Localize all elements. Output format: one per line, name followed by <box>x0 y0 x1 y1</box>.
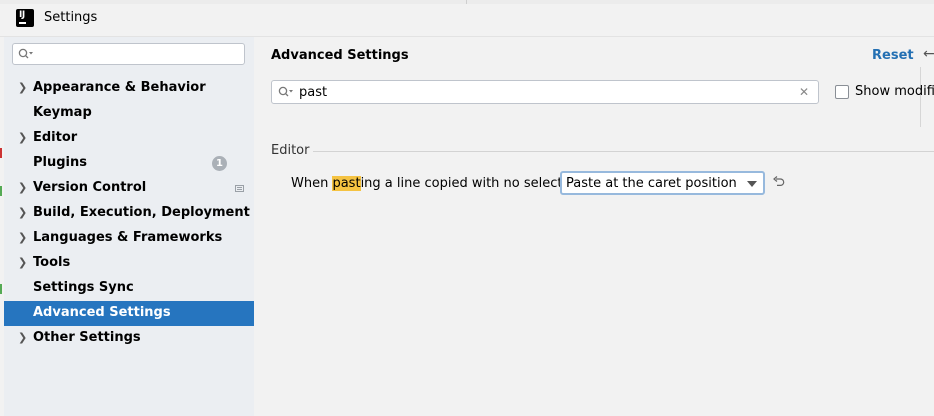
chevron-right-icon[interactable]: ❯ <box>18 257 30 269</box>
sidebar-item-other-settings[interactable]: ❯ Other Settings <box>4 326 254 351</box>
back-arrow-icon[interactable]: ← <box>923 46 934 62</box>
sidebar-item-label: Build, Execution, Deployment <box>33 205 250 220</box>
sidebar-item-label: Languages & Frameworks <box>33 230 223 245</box>
page-title: Advanced Settings <box>271 48 409 63</box>
settings-main-panel: Advanced Settings Reset ← ✕ Show modifie… <box>254 37 934 416</box>
clear-icon[interactable]: ✕ <box>799 85 809 99</box>
filter-input[interactable] <box>299 84 789 100</box>
chevron-right-icon[interactable]: ❯ <box>18 132 30 144</box>
sidebar-item-label: Other Settings <box>33 330 141 345</box>
sidebar-item-settings-sync[interactable]: Settings Sync <box>4 276 254 301</box>
sidebar-item-label: Appearance & Behavior <box>33 80 206 95</box>
chevron-down-icon <box>747 181 757 187</box>
sidebar-item-version-control[interactable]: ❯ Version Control <box>4 176 254 201</box>
background-window-strip <box>0 0 934 4</box>
chevron-right-icon[interactable]: ❯ <box>18 207 30 219</box>
chevron-right-icon[interactable]: ❯ <box>18 232 30 244</box>
label-suffix: ing a line copied with no selection: <box>360 176 587 191</box>
sidebar-item-label: Plugins <box>33 155 87 170</box>
sidebar-item-build-execution-deployment[interactable]: ❯ Build, Execution, Deployment <box>4 201 254 226</box>
section-title-editor: Editor <box>271 143 310 158</box>
reset-to-default-icon[interactable] <box>772 176 786 188</box>
sidebar-item-label: Editor <box>33 130 78 145</box>
sidebar-item-keymap[interactable]: Keymap <box>4 101 254 126</box>
sidebar-item-label: Settings Sync <box>33 280 134 295</box>
sidebar-item-editor[interactable]: ❯ Editor <box>4 126 254 151</box>
sidebar-item-languages-frameworks[interactable]: ❯ Languages & Frameworks <box>4 226 254 251</box>
settings-sidebar: ❯ Appearance & Behavior Keymap ❯ Editor … <box>4 37 254 416</box>
show-modified-checkbox[interactable] <box>835 85 849 99</box>
sidebar-item-appearance-behavior[interactable]: ❯ Appearance & Behavior <box>4 76 254 101</box>
sidebar-item-label: Keymap <box>33 105 92 120</box>
sidebar-item-advanced-settings[interactable]: Advanced Settings <box>4 301 254 326</box>
chevron-right-icon[interactable]: ❯ <box>18 332 30 344</box>
show-modified-label: Show modifie <box>855 84 934 99</box>
plugins-update-badge: 1 <box>212 156 227 171</box>
sidebar-item-label: Version Control <box>33 180 147 195</box>
reset-link[interactable]: Reset <box>872 48 914 63</box>
sidebar-item-plugins[interactable]: Plugins 1 <box>4 151 254 176</box>
project-level-icon <box>235 185 244 192</box>
label-prefix: When <box>291 176 333 191</box>
advanced-settings-filter[interactable]: ✕ <box>271 80 819 104</box>
window-title: Settings <box>44 10 98 25</box>
intellij-idea-icon: IJ <box>16 9 34 27</box>
sidebar-item-tools[interactable]: ❯ Tools <box>4 251 254 276</box>
sidebar-item-label: Advanced Settings <box>33 305 171 320</box>
paste-setting-label: When pasting a line copied with no selec… <box>291 176 587 191</box>
section-separator <box>313 151 934 152</box>
sidebar-item-label: Tools <box>33 255 71 270</box>
chevron-right-icon[interactable]: ❯ <box>18 182 30 194</box>
sidebar-search-input[interactable] <box>12 43 245 65</box>
title-bar: IJ Settings <box>0 0 934 37</box>
paste-behavior-dropdown[interactable]: Paste at the caret position <box>560 171 765 195</box>
chevron-right-icon[interactable]: ❯ <box>18 82 30 94</box>
search-highlight: past <box>332 176 361 191</box>
dropdown-selected-value: Paste at the caret position <box>566 176 737 191</box>
search-icon <box>18 48 33 59</box>
search-icon <box>278 86 293 97</box>
